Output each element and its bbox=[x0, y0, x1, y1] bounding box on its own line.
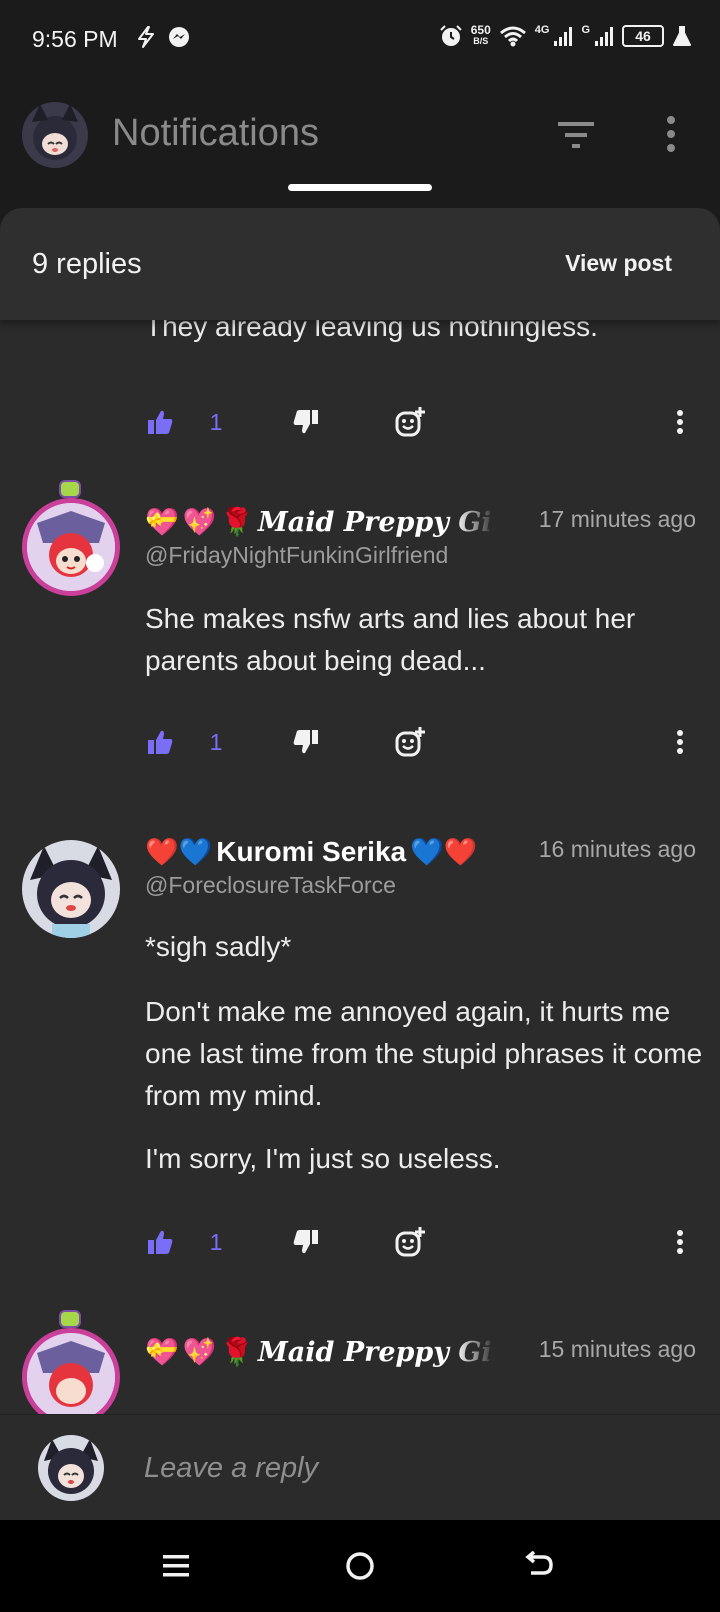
more-vertical-icon bbox=[677, 410, 683, 434]
alarm-icon bbox=[440, 25, 462, 46]
comment-timestamp: 16 minutes ago bbox=[538, 836, 696, 862]
avatar[interactable] bbox=[22, 102, 88, 168]
dislike-button[interactable] bbox=[284, 400, 328, 444]
comment-timestamp: 15 minutes ago bbox=[538, 1336, 696, 1362]
author-handle[interactable]: @FridayNightFunkinGirlfriend bbox=[145, 542, 485, 569]
like-count: 1 bbox=[209, 408, 223, 435]
app-bar: Notifications bbox=[0, 80, 720, 200]
add-reaction-icon bbox=[395, 1227, 425, 1257]
page-title: Notifications bbox=[112, 112, 319, 154]
reply-bar bbox=[0, 1414, 720, 1520]
messenger-icon bbox=[169, 27, 189, 47]
comment-paragraph: Don't make me annoyed again, it hurts me… bbox=[145, 996, 703, 1111]
more-vertical-icon bbox=[667, 116, 675, 152]
avatar[interactable] bbox=[22, 498, 120, 596]
net-speed-unit: B/S bbox=[473, 36, 489, 46]
status-bar: 9:56 PM 650 B/S 4G G 46 bbox=[0, 0, 720, 80]
net-speed: 650 B/S bbox=[470, 23, 491, 47]
like-count: 1 bbox=[209, 1228, 223, 1255]
reply-input[interactable] bbox=[144, 1445, 664, 1491]
comment-author[interactable]: 💝 💖 🌹 Maid Preppy Girl bbox=[145, 1332, 495, 1372]
net-speed-value: 650 bbox=[470, 23, 491, 37]
avatar-badge-icon bbox=[59, 1310, 81, 1328]
comment-feed[interactable]: They already leaving us nothingless. 1 💝… bbox=[0, 208, 720, 1414]
avatar-badge-icon bbox=[59, 480, 81, 498]
emoji-icon: 💝 bbox=[145, 1336, 179, 1367]
avatar[interactable] bbox=[22, 840, 120, 938]
avatar[interactable] bbox=[22, 1328, 120, 1414]
more-vertical-icon bbox=[677, 1230, 683, 1254]
flask-icon bbox=[673, 26, 691, 46]
emoji-icon: ❤️💙 bbox=[145, 836, 213, 867]
thumbs-down-icon bbox=[293, 730, 318, 754]
emoji-icon: 🌹 bbox=[220, 506, 254, 537]
comment-text: She makes nsfw arts and lies about her p… bbox=[145, 603, 636, 676]
comment-timestamp: 17 minutes ago bbox=[538, 506, 696, 532]
thumbs-up-icon bbox=[148, 730, 173, 754]
emoji-icon: 🌹 bbox=[220, 1336, 254, 1367]
signal-2-label: G bbox=[581, 24, 590, 36]
author-name: Kuromi Serika bbox=[216, 836, 407, 867]
signal-1-label: 4G bbox=[534, 24, 550, 36]
battery-icon: 46 bbox=[622, 25, 664, 47]
home-circle-icon bbox=[346, 1552, 374, 1580]
wifi-icon bbox=[499, 26, 526, 47]
menu-icon bbox=[163, 1555, 189, 1577]
more-options-button[interactable] bbox=[656, 112, 686, 156]
like-count: 1 bbox=[209, 728, 223, 755]
signal-icon bbox=[554, 27, 573, 46]
bolt-icon bbox=[138, 26, 154, 48]
add-reaction-button[interactable] bbox=[388, 1220, 432, 1264]
comment-actions: 1 bbox=[0, 720, 720, 764]
add-reaction-button[interactable] bbox=[388, 720, 432, 764]
dislike-button[interactable] bbox=[284, 1220, 328, 1264]
comment-actions: 1 bbox=[0, 400, 720, 444]
status-time: 9:56 PM bbox=[32, 26, 118, 52]
view-post-button[interactable]: View post bbox=[565, 250, 672, 277]
filter-icon bbox=[558, 122, 594, 148]
add-reaction-icon bbox=[395, 407, 425, 437]
add-reaction-button[interactable] bbox=[388, 400, 432, 444]
emoji-icon: 💙❤️ bbox=[410, 836, 478, 867]
comment-author[interactable]: 💝 💖 🌹 Maid Preppy Girl bbox=[145, 502, 495, 542]
comment-more-button[interactable] bbox=[658, 400, 702, 444]
emoji-icon: 💝 bbox=[145, 506, 179, 537]
replies-sheet: 9 replies View post They already leaving… bbox=[0, 208, 720, 1520]
filter-button[interactable] bbox=[554, 118, 598, 152]
more-vertical-icon bbox=[677, 730, 683, 754]
thumbs-down-icon bbox=[293, 410, 318, 434]
comment-actions: 1 bbox=[0, 1220, 720, 1264]
home-button[interactable] bbox=[336, 1542, 384, 1590]
comment-author[interactable]: ❤️💙 Kuromi Serika 💙❤️ bbox=[145, 832, 495, 872]
sheet-header: 9 replies View post bbox=[0, 208, 720, 320]
battery-level: 46 bbox=[635, 28, 651, 44]
replies-count: 9 replies bbox=[32, 248, 142, 280]
author-handle[interactable]: @ForeclosureTaskForce bbox=[145, 872, 485, 899]
comment-more-button[interactable] bbox=[658, 1220, 702, 1264]
recents-button[interactable] bbox=[152, 1542, 200, 1590]
signal-icon bbox=[595, 27, 613, 46]
dislike-button[interactable] bbox=[284, 720, 328, 764]
emoji-icon: 💖 bbox=[182, 1336, 217, 1367]
like-button[interactable] bbox=[138, 400, 182, 444]
system-nav-bar bbox=[0, 1520, 720, 1612]
comment-paragraph: I'm sorry, I'm just so useless. bbox=[145, 1143, 501, 1174]
thumbs-up-icon bbox=[148, 410, 173, 434]
comment-more-button[interactable] bbox=[658, 720, 702, 764]
drag-handle[interactable] bbox=[288, 184, 432, 191]
emoji-icon: 💖 bbox=[182, 506, 217, 537]
thumbs-up-icon bbox=[148, 1230, 173, 1254]
add-reaction-icon bbox=[395, 727, 425, 757]
avatar[interactable] bbox=[38, 1435, 104, 1501]
like-button[interactable] bbox=[138, 1220, 182, 1264]
back-button[interactable] bbox=[516, 1542, 564, 1590]
like-button[interactable] bbox=[138, 720, 182, 764]
thumbs-down-icon bbox=[293, 1230, 318, 1254]
back-arrow-icon bbox=[525, 1551, 553, 1575]
comment-paragraph: *sigh sadly* bbox=[145, 931, 292, 962]
